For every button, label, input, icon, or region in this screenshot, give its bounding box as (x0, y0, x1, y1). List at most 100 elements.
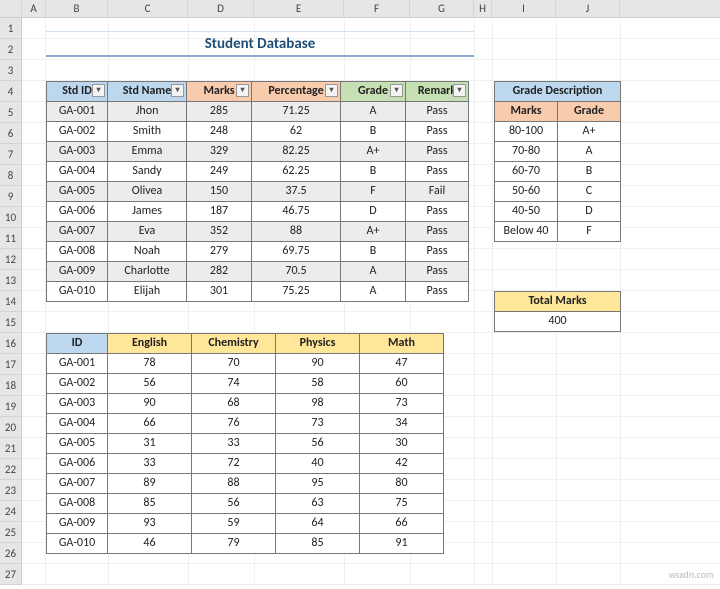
cell[interactable]: 282 (187, 262, 252, 282)
table-row[interactable]: GA-00633724042 (47, 454, 444, 474)
cell[interactable]: Pass (406, 222, 469, 242)
cell[interactable]: 73 (360, 394, 444, 414)
row-header[interactable]: 3 (0, 60, 21, 81)
cell[interactable]: 68 (192, 394, 276, 414)
cell[interactable]: F (558, 222, 621, 242)
filter-icon[interactable]: ▾ (453, 84, 466, 97)
cell[interactable]: GA-004 (47, 162, 108, 182)
cell[interactable]: A (341, 262, 406, 282)
table-row[interactable]: GA-010Elijah30175.25APass (47, 282, 469, 302)
row-header[interactable]: 21 (0, 438, 21, 459)
cell[interactable]: Pass (406, 262, 469, 282)
row-header[interactable]: 24 (0, 501, 21, 522)
row-header[interactable]: 14 (0, 291, 21, 312)
col-remark[interactable]: Remark▾ (406, 82, 469, 102)
cell[interactable]: 71.25 (252, 102, 341, 122)
table-row[interactable]: GA-00466767334 (47, 414, 444, 434)
row-header[interactable]: 26 (0, 543, 21, 564)
cell[interactable]: Pass (406, 122, 469, 142)
row-header[interactable]: 27 (0, 564, 21, 585)
table-row[interactable]: GA-00390689873 (47, 394, 444, 414)
cell[interactable]: GA-008 (47, 242, 108, 262)
cell[interactable]: D (341, 202, 406, 222)
cell[interactable]: 73 (276, 414, 360, 434)
row-header[interactable]: 25 (0, 522, 21, 543)
cell[interactable]: Pass (406, 162, 469, 182)
cell[interactable]: GA-003 (47, 394, 108, 414)
cell[interactable]: GA-008 (47, 494, 108, 514)
col-header-I[interactable]: I (492, 0, 556, 18)
cell[interactable]: Pass (406, 102, 469, 122)
cell[interactable]: 88 (252, 222, 341, 242)
row-header[interactable]: 18 (0, 375, 21, 396)
cell[interactable]: 85 (276, 534, 360, 554)
cell[interactable]: Jhon (108, 102, 187, 122)
total-marks-value[interactable]: 400 (495, 312, 621, 332)
col-header-C[interactable]: C (108, 0, 188, 18)
table-row[interactable]: GA-002Smith24862BPass (47, 122, 469, 142)
cell[interactable]: Smith (108, 122, 187, 142)
cell[interactable]: GA-004 (47, 414, 108, 434)
cell[interactable]: GA-009 (47, 262, 108, 282)
cell[interactable]: 66 (108, 414, 192, 434)
cell[interactable]: 301 (187, 282, 252, 302)
cell[interactable]: 46 (108, 534, 192, 554)
cell[interactable]: 150 (187, 182, 252, 202)
row-header[interactable]: 20 (0, 417, 21, 438)
cell[interactable]: Olivea (108, 182, 187, 202)
row-header[interactable]: 6 (0, 123, 21, 144)
cell[interactable]: 352 (187, 222, 252, 242)
cell[interactable]: GA-007 (47, 222, 108, 242)
cell[interactable]: 62.25 (252, 162, 341, 182)
cell[interactable]: 34 (360, 414, 444, 434)
cell[interactable]: 93 (108, 514, 192, 534)
cell[interactable]: Pass (406, 282, 469, 302)
filter-icon[interactable]: ▾ (236, 84, 249, 97)
cell[interactable]: 279 (187, 242, 252, 262)
col-header-D[interactable]: D (188, 0, 254, 18)
table-row[interactable]: GA-008Noah27969.75BPass (47, 242, 469, 262)
cell[interactable]: 76 (192, 414, 276, 434)
col-header-B[interactable]: B (46, 0, 108, 18)
cell[interactable]: 46.75 (252, 202, 341, 222)
table-row[interactable]: GA-004Sandy24962.25BPass (47, 162, 469, 182)
cell[interactable]: Pass (406, 142, 469, 162)
table-row[interactable]: GA-00789889580 (47, 474, 444, 494)
cell[interactable]: Noah (108, 242, 187, 262)
cell[interactable]: GA-006 (47, 454, 108, 474)
cell[interactable]: GA-005 (47, 434, 108, 454)
table-row[interactable]: GA-00531335630 (47, 434, 444, 454)
cell[interactable]: 89 (108, 474, 192, 494)
col-header-G[interactable]: G (410, 0, 474, 18)
table-row[interactable]: 50-60C (495, 182, 621, 202)
cell[interactable]: 79 (192, 534, 276, 554)
row-header[interactable]: 17 (0, 354, 21, 375)
filter-icon[interactable]: ▾ (92, 84, 105, 97)
col-header-J[interactable]: J (556, 0, 620, 18)
row-header[interactable]: 8 (0, 165, 21, 186)
cell[interactable]: 47 (360, 354, 444, 374)
cell[interactable]: 69.75 (252, 242, 341, 262)
cell[interactable]: A+ (341, 222, 406, 242)
cell[interactable]: 70-80 (495, 142, 558, 162)
cell[interactable]: 37.5 (252, 182, 341, 202)
cell[interactable]: GA-007 (47, 474, 108, 494)
cell[interactable]: 56 (276, 434, 360, 454)
cell[interactable]: GA-010 (47, 534, 108, 554)
cell[interactable]: C (558, 182, 621, 202)
cell[interactable]: 95 (276, 474, 360, 494)
row-header[interactable]: 13 (0, 270, 21, 291)
cell[interactable]: B (341, 162, 406, 182)
cell[interactable]: 64 (276, 514, 360, 534)
table-row[interactable]: 80-100A+ (495, 122, 621, 142)
cell[interactable]: 59 (192, 514, 276, 534)
row-header[interactable]: 22 (0, 459, 21, 480)
cell[interactable]: A+ (341, 142, 406, 162)
cell[interactable]: A (558, 142, 621, 162)
cell[interactable]: GA-002 (47, 374, 108, 394)
table-row[interactable]: GA-00256745860 (47, 374, 444, 394)
row-header[interactable]: 19 (0, 396, 21, 417)
table-row[interactable]: GA-00993596466 (47, 514, 444, 534)
table-row[interactable]: GA-00885566375 (47, 494, 444, 514)
cell[interactable]: 187 (187, 202, 252, 222)
